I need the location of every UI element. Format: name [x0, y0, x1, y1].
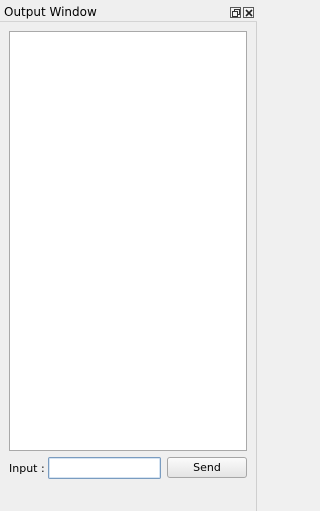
input-label: Input :: [9, 462, 45, 475]
title-bar[interactable]: Output Window: [0, 0, 257, 22]
float-icon[interactable]: [230, 7, 241, 18]
window-title: Output Window: [4, 5, 97, 19]
send-button[interactable]: Send: [167, 457, 247, 478]
close-icon[interactable]: [243, 7, 254, 18]
input-field[interactable]: [48, 457, 161, 479]
output-window-panel: Output Window Input : Send: [0, 0, 257, 511]
output-text-area[interactable]: [9, 31, 247, 451]
